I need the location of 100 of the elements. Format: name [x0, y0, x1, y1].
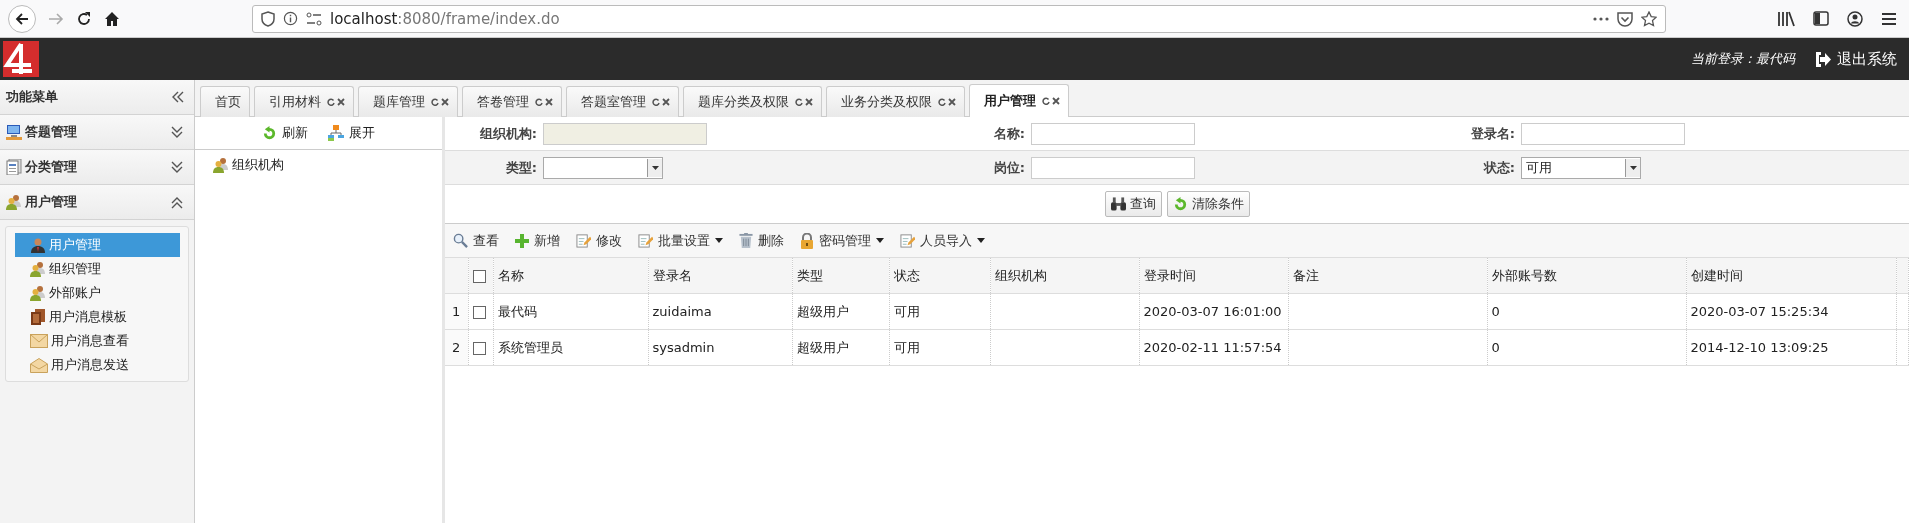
chevron-icon[interactable] [171, 195, 184, 209]
table-cell: 2014-12-10 13:09:25 [1686, 329, 1896, 366]
refresh-icon[interactable] [431, 98, 439, 106]
refresh-icon[interactable] [652, 98, 660, 106]
tab[interactable]: 答卷管理 [462, 86, 562, 117]
table-cell: 最代码 [493, 293, 648, 330]
table-cell: 0 [1487, 329, 1686, 366]
input-field[interactable] [1031, 156, 1195, 179]
caret-icon [876, 238, 884, 243]
sidebar-icon[interactable] [1813, 11, 1829, 26]
field-label: 类型: [504, 158, 538, 177]
column-header[interactable]: 外部账号数 [1487, 258, 1686, 294]
table-cell: zuidaima [648, 293, 792, 330]
tab[interactable]: 引用材料 [254, 86, 354, 117]
menu-group[interactable]: 答题管理 [0, 115, 194, 150]
column-header[interactable]: 名称 [493, 258, 648, 294]
toolbar-button[interactable]: 展开 [328, 124, 375, 142]
field-label: 登录名: [1469, 124, 1516, 143]
input-field[interactable] [1521, 122, 1685, 145]
select-field[interactable]: 可用 [1521, 156, 1641, 179]
tab[interactable]: 答题室管理 [566, 86, 679, 117]
toolbar-button[interactable]: 新增 [515, 231, 560, 250]
table-cell: 2020-02-11 11:57:54 [1139, 329, 1288, 366]
account-icon[interactable] [1847, 10, 1863, 27]
checkbox[interactable] [472, 306, 486, 319]
search-button[interactable]: 查询 [1104, 191, 1162, 217]
menu-group[interactable]: 用户管理 [0, 185, 194, 220]
close-icon[interactable] [337, 98, 345, 106]
menu-title: 功能菜单 [6, 88, 58, 106]
column-header[interactable]: 登录时间 [1139, 258, 1288, 294]
checkbox[interactable] [472, 270, 486, 283]
table-cell: 可用 [889, 293, 990, 330]
tab[interactable]: 业务分类及权限 [826, 86, 965, 117]
menu-icon[interactable] [1881, 11, 1897, 26]
chevron-icon[interactable] [171, 160, 184, 174]
refresh-icon[interactable] [1042, 97, 1050, 105]
logout-link[interactable]: 退出系统 [1815, 49, 1897, 69]
column-header[interactable]: 登录名 [648, 258, 792, 294]
row-number: 1 [445, 293, 468, 330]
menu-item[interactable]: 用户消息模板 [15, 305, 180, 329]
trash-icon [739, 233, 753, 248]
menu-item[interactable]: 用户消息发送 [15, 353, 180, 377]
column-header[interactable]: 类型 [792, 258, 889, 294]
chevron-icon[interactable] [171, 125, 184, 139]
close-icon[interactable] [805, 98, 813, 106]
edit-icon [576, 233, 591, 248]
refresh-icon[interactable] [938, 98, 946, 106]
users-icon [6, 194, 22, 210]
permissions-icon [306, 11, 322, 26]
menu-item[interactable]: 组织管理 [15, 257, 180, 281]
tab[interactable]: 用户管理 [969, 84, 1069, 117]
books-icon [30, 309, 46, 325]
star-icon[interactable] [1641, 10, 1657, 27]
field-label: 状态: [1482, 158, 1516, 177]
toolbar-button[interactable]: 批量设置 [638, 231, 723, 250]
toolbar-button[interactable]: 密码管理 [800, 231, 884, 250]
column-header[interactable]: 组织机构 [990, 258, 1139, 294]
toolbar-button[interactable]: 修改 [576, 231, 622, 250]
close-icon[interactable] [545, 98, 553, 106]
menu-item[interactable]: 用户消息查看 [15, 329, 180, 353]
toolbar-button[interactable]: 查看 [453, 231, 499, 250]
binoculars-icon [1110, 197, 1126, 211]
pocket-icon[interactable] [1617, 10, 1633, 27]
toolbar-button[interactable]: 删除 [739, 231, 784, 250]
menu-item[interactable]: 外部账户 [15, 281, 180, 305]
column-header[interactable]: 状态 [889, 258, 990, 294]
column-header[interactable]: 创建时间 [1686, 258, 1896, 294]
refresh-icon[interactable] [535, 98, 543, 106]
tab[interactable]: 题库管理 [358, 86, 458, 117]
toolbar-button[interactable]: 刷新 [262, 124, 308, 142]
clear-button[interactable]: 清除条件 [1166, 191, 1250, 217]
more-icon[interactable] [1593, 16, 1609, 21]
checkbox[interactable] [472, 342, 486, 355]
refresh-icon[interactable] [327, 98, 335, 106]
close-icon[interactable] [1052, 97, 1060, 105]
field-label: 岗位: [992, 158, 1026, 177]
toolbar-button[interactable]: 人员导入 [900, 231, 985, 250]
refresh-icon[interactable] [795, 98, 803, 106]
address-bar[interactable]: localhost:8080/frame/index.do [252, 4, 1666, 33]
tab[interactable]: 首页 [200, 86, 250, 117]
back-button[interactable] [8, 4, 36, 33]
home-button[interactable] [104, 10, 120, 27]
table-cell: 可用 [889, 329, 990, 366]
current-user-label: 当前登录：最代码 [1691, 50, 1795, 68]
reload-button[interactable] [76, 10, 92, 27]
tab[interactable]: 题库分类及权限 [683, 86, 822, 117]
table-cell: 系统管理员 [493, 329, 648, 366]
url-text: localhost:8080/frame/index.do [330, 9, 560, 28]
chevron-icon[interactable] [171, 90, 184, 104]
close-icon[interactable] [662, 98, 670, 106]
column-header[interactable]: 备注 [1288, 258, 1487, 294]
close-icon[interactable] [948, 98, 956, 106]
edit-icon [638, 233, 653, 248]
close-icon[interactable] [441, 98, 449, 106]
input-field[interactable] [1031, 122, 1195, 145]
edit-icon [900, 233, 915, 248]
select-field[interactable] [543, 156, 663, 179]
tree-node[interactable]: 组织机构 [195, 150, 442, 174]
library-icon[interactable] [1777, 10, 1795, 27]
menu-group[interactable]: 分类管理 [0, 150, 194, 185]
